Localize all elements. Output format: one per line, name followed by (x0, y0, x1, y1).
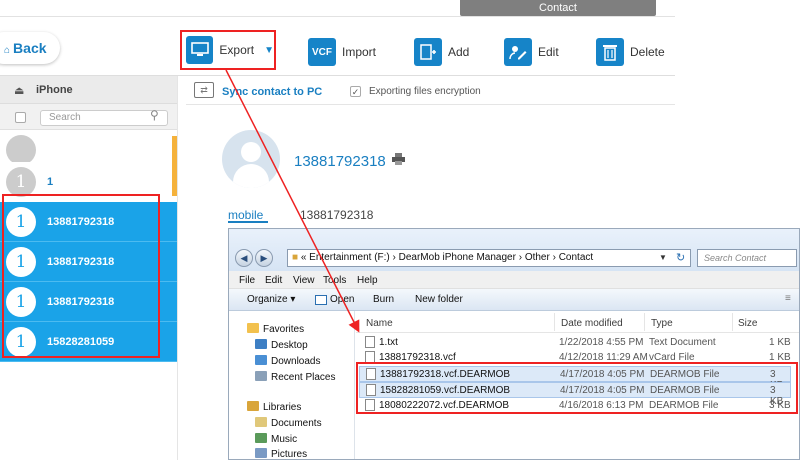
annotation-arrow (225, 69, 360, 333)
